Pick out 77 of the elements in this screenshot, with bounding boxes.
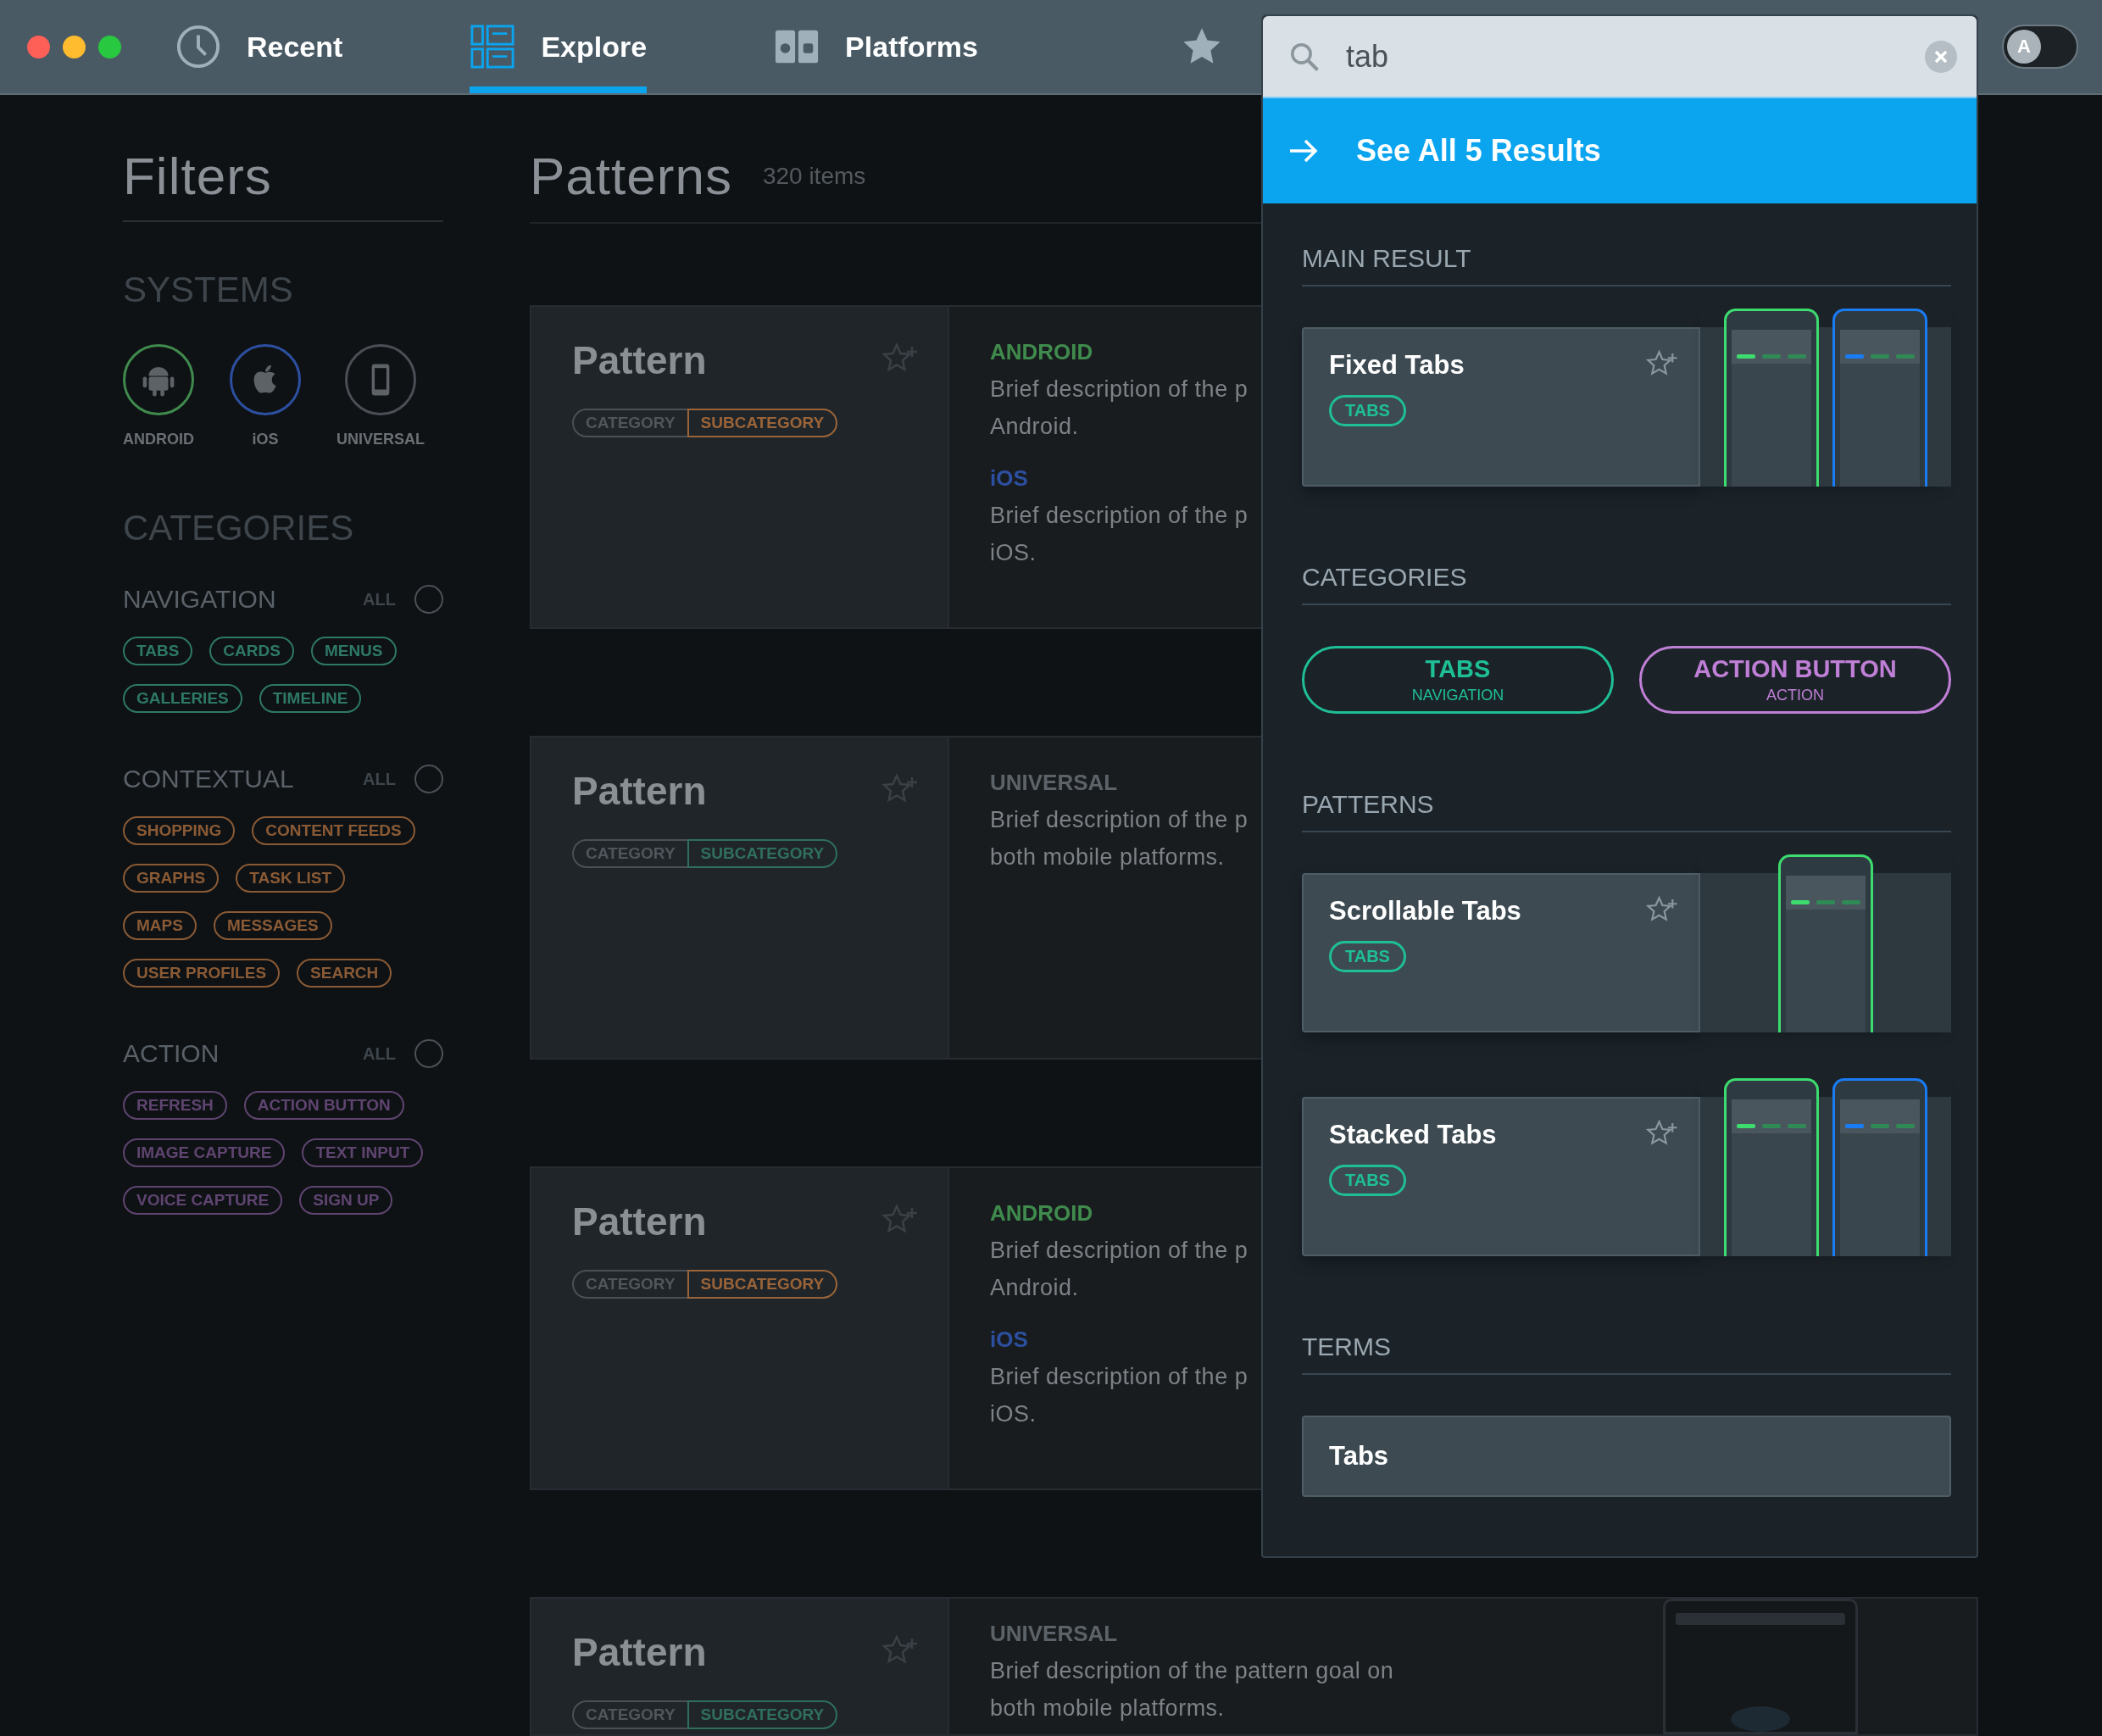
subcategory-tag: SUBCATEGORY xyxy=(687,409,838,437)
results-heading: MAIN RESULT xyxy=(1302,244,1951,287)
window-control-dot[interactable] xyxy=(98,35,121,58)
subcategory-tag: SUBCATEGORY xyxy=(687,1270,838,1299)
category-chip[interactable]: CARDS xyxy=(209,637,294,665)
category-tag: TABS xyxy=(1329,395,1406,426)
category-chip[interactable]: GALLERIES xyxy=(123,684,242,713)
platform-label: iOS xyxy=(990,1327,1029,1353)
nav-tab[interactable]: Platforms xyxy=(774,0,978,93)
category-chip[interactable]: ACTION BUTTON xyxy=(243,1091,404,1120)
category-chip[interactable]: SIGN UP xyxy=(299,1186,393,1215)
results-heading: CATEGORIES xyxy=(1302,563,1951,605)
select-all-radio[interactable] xyxy=(414,765,443,793)
search-bar[interactable]: tab xyxy=(1263,16,1977,97)
category-chip[interactable]: VOICE CAPTURE xyxy=(123,1186,283,1215)
pattern-description: Brief description of the p both mobile platforms. xyxy=(990,806,1248,871)
nav-tab[interactable]: Recent xyxy=(175,0,343,93)
patterns-title: Patterns xyxy=(530,146,732,207)
category-chip[interactable]: REFRESH xyxy=(123,1091,227,1120)
subcategory-tag: SUBCATEGORY xyxy=(687,839,838,868)
results-heading: TERMS xyxy=(1302,1333,1951,1375)
platform-label: ANDROID xyxy=(990,339,1094,365)
result-title: Stacked Tabs xyxy=(1329,1120,1497,1150)
subcategory-tag: SUBCATEGORY xyxy=(687,1700,838,1729)
window-control-dot[interactable] xyxy=(27,35,50,58)
category-result-pill[interactable]: TABS NAVIGATION xyxy=(1302,646,1614,714)
group-heading: ACTION xyxy=(123,1039,220,1068)
select-all-radio[interactable] xyxy=(414,585,443,614)
category-chip[interactable]: MENUS xyxy=(310,637,397,665)
results-heading: PATTERNS xyxy=(1302,790,1951,832)
term-result[interactable]: Tabs xyxy=(1302,1416,1951,1497)
group-heading: CONTEXTUAL xyxy=(123,765,295,793)
pattern-description: Brief description of the p Android. xyxy=(990,376,1248,441)
pattern-description: Brief description of the pattern goal on both mobile platforms. xyxy=(990,1657,1394,1722)
platform-label: UNIVERSAL xyxy=(990,770,1119,796)
platform-label: iOS xyxy=(990,465,1029,492)
result-card[interactable]: Fixed Tabs TABS xyxy=(1302,327,1700,487)
nav-tab[interactable]: Explore xyxy=(470,0,648,93)
clock-icon xyxy=(175,24,221,70)
category-chip[interactable]: IMAGE CAPTURE xyxy=(123,1138,286,1167)
platform-label: UNIVERSAL xyxy=(990,1621,1119,1647)
platform-label: ANDROID xyxy=(990,1200,1094,1227)
result-title: Scrollable Tabs xyxy=(1329,896,1521,926)
category-tag: TABS xyxy=(1329,1165,1406,1196)
category-chip[interactable]: TASK LIST xyxy=(236,864,346,893)
pattern-title: Pattern xyxy=(572,1199,707,1244)
item-count: 320 items xyxy=(762,163,866,191)
search-field[interactable]: tab xyxy=(1344,37,1924,75)
see-all-results-button[interactable]: See All 5 Results xyxy=(1263,97,1977,203)
select-all-radio[interactable] xyxy=(414,1039,443,1068)
result-card[interactable]: Scrollable Tabs TABS xyxy=(1302,873,1700,1032)
group-heading: NAVIGATION xyxy=(123,585,277,614)
clear-icon[interactable] xyxy=(1924,39,1958,74)
category-chip[interactable]: MESSAGES xyxy=(213,911,332,940)
theme-toggle[interactable]: A xyxy=(2002,25,2078,69)
layout-icon xyxy=(470,24,516,70)
category-result-pill[interactable]: ACTION BUTTON ACTION xyxy=(1639,646,1951,714)
pattern-description: Brief description of the p Android. xyxy=(990,1237,1248,1302)
pattern-description: Brief description of the p iOS. xyxy=(990,502,1248,567)
category-chip[interactable]: USER PROFILES xyxy=(123,959,281,988)
pattern-title: Pattern xyxy=(572,1629,707,1675)
category-chip[interactable]: SEARCH xyxy=(297,959,392,988)
category-chip[interactable]: TEXT INPUT xyxy=(302,1138,424,1167)
window-control-dot[interactable] xyxy=(63,35,86,58)
category-tag: TABS xyxy=(1329,941,1406,972)
category-chip[interactable]: CONTENT FEEDS xyxy=(252,816,415,845)
category-chip[interactable]: GRAPHS xyxy=(123,864,220,893)
pattern-description: Brief description of the p iOS. xyxy=(990,1363,1248,1428)
category-chip[interactable]: MAPS xyxy=(123,911,197,940)
category-chip[interactable]: SHOPPING xyxy=(123,816,236,845)
filters-title: Filters xyxy=(123,95,443,222)
pattern-title: Pattern xyxy=(572,768,707,814)
category-chip[interactable]: TIMELINE xyxy=(259,684,362,713)
result-title: Fixed Tabs xyxy=(1329,350,1465,381)
result-card[interactable]: Stacked Tabs TABS xyxy=(1302,1097,1700,1256)
pattern-title: Pattern xyxy=(572,337,707,383)
category-chip[interactable]: TABS xyxy=(123,637,193,665)
